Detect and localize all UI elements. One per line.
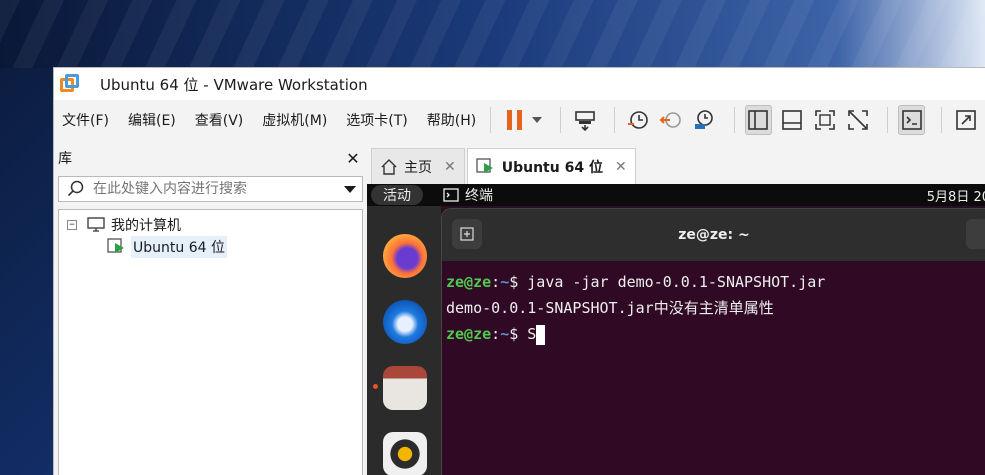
take-snapshot-button[interactable] [625,105,652,135]
terminal-line: demo-0.0.1-SNAPSHOT.jar中没有主清单属性 [446,299,774,317]
tree-node-vm[interactable]: Ubuntu 64 位 [59,236,362,258]
library-view-icon [748,110,769,130]
title-bar[interactable]: Ubuntu 64 位 - VMware Workstation [54,68,985,100]
tab-ubuntu[interactable]: Ubuntu 64 位 ✕ [466,148,636,184]
menu-vm[interactable]: 虚拟机(M) [262,110,327,130]
vm-running-icon [107,238,124,253]
thunderbird-icon[interactable] [383,300,427,344]
tab-bar: 主页 ✕ Ubuntu 64 位 ✕ [367,140,985,184]
chevron-down-icon[interactable] [344,185,356,193]
menu-tabs[interactable]: 选项卡(T) [346,110,407,130]
pause-icon [507,110,523,130]
revert-snapshot-button[interactable] [658,105,685,135]
send-keys-icon [574,111,595,132]
send-ctrl-alt-del-button[interactable] [571,105,598,135]
gnome-top-bar: 活动 终端 5月8日 20 [367,184,985,206]
library-tree: − 我的计算机 Ubuntu 64 位 [58,209,363,475]
thumbnail-view-icon [781,110,802,130]
snapshot-manager-button[interactable] [691,105,718,135]
activities-button[interactable]: 活动 [371,185,423,205]
tree-node-label: Ubuntu 64 位 [131,236,227,258]
pause-dropdown-icon[interactable] [532,117,543,123]
menu-view[interactable]: 查看(V) [195,110,244,130]
console-icon [901,110,922,130]
close-icon[interactable]: ✕ [615,159,627,175]
toolbar-separator [941,107,943,133]
snapshot-manager-icon [695,110,714,129]
menu-help[interactable]: 帮助(H) [427,110,476,130]
menu-bar: 文件(F) 编辑(E) 查看(V) 虚拟机(M) 选项卡(T) 帮助(H) [54,100,985,140]
computer-icon [87,217,105,232]
app-menu[interactable]: 终端 [443,185,493,205]
terminal-window[interactable]: ze@ze: ~ ze@ze:~$ java -jar demo-0.0.1-S… [441,208,985,475]
files-icon[interactable] [383,366,427,410]
tab-label: 主页 [404,159,432,176]
collapse-icon[interactable]: − [67,220,77,230]
library-header: 库 ✕ [54,140,367,176]
library-panel: 库 ✕ − 我的计算机 Ubuntu 64 位 [54,140,367,475]
rhythmbox-icon[interactable] [383,432,427,475]
snapshot-icon [628,111,649,129]
terminal-title: ze@ze: ~ [678,227,750,243]
vm-content-area: 主页 ✕ Ubuntu 64 位 ✕ 活动 终端 5月8日 20 ze@ze: … [367,140,985,475]
unity-icon [847,110,868,130]
home-icon [381,158,397,175]
close-icon[interactable]: ✕ [444,159,456,175]
fullscreen-icon [814,110,835,130]
terminal-line: ze@ze:~$ java -jar demo-0.0.1-SNAPSHOT.j… [446,273,826,291]
toolbar-separator [887,107,888,133]
console-view-button[interactable] [897,105,926,135]
tree-node-my-computer[interactable]: − 我的计算机 [59,214,362,236]
text-cursor [536,324,546,345]
search-icon [67,180,84,197]
menu-edit[interactable]: 编辑(E) [128,110,176,130]
pause-button[interactable] [501,105,528,135]
tab-label: Ubuntu 64 位 [501,159,603,176]
full-screen-button[interactable] [811,105,838,135]
app-name: 终端 [465,188,493,204]
desktop-wallpaper [0,0,985,68]
toolbar-separator [614,107,615,133]
thumbnail-bar-button[interactable] [778,105,805,135]
window-title: Ubuntu 64 位 - VMware Workstation [100,75,368,94]
unity-button[interactable] [844,105,871,135]
vm-running-icon [476,157,493,173]
terminal-header: ze@ze: ~ [442,209,985,261]
dock [367,206,441,475]
running-indicator [373,384,378,389]
firefox-icon[interactable] [383,234,427,278]
vmware-window: Ubuntu 64 位 - VMware Workstation 文件(F) 编… [53,67,985,475]
toolbar-separator [560,107,562,133]
library-title: 库 [58,151,72,167]
show-library-button[interactable] [744,105,773,135]
tab-home[interactable]: 主页 ✕ [371,148,465,184]
menu-file[interactable]: 文件(F) [62,110,109,130]
close-icon[interactable]: ✕ [345,149,361,168]
stretch-guest-button[interactable] [952,105,979,135]
search-input[interactable] [93,181,344,197]
revert-snapshot-icon [660,112,682,128]
terminal-line: ze@ze:~$ S [446,321,985,347]
tree-node-label: 我的计算机 [111,218,181,234]
toolbar-separator [733,107,735,133]
terminal-search-button[interactable] [966,219,985,249]
toolbar-separator [490,107,492,133]
library-search[interactable] [58,176,363,202]
vmware-logo-icon [60,74,80,94]
clock[interactable]: 5月8日 20 [927,186,985,205]
new-tab-button[interactable] [452,219,482,249]
terminal-output[interactable]: ze@ze:~$ java -jar demo-0.0.1-SNAPSHOT.j… [442,261,985,347]
new-tab-icon [460,227,474,241]
stretch-icon [955,110,976,130]
terminal-icon [443,188,459,202]
guest-display[interactable]: 活动 终端 5月8日 20 ze@ze: ~ ze@ze:~$ java -ja… [367,184,985,475]
